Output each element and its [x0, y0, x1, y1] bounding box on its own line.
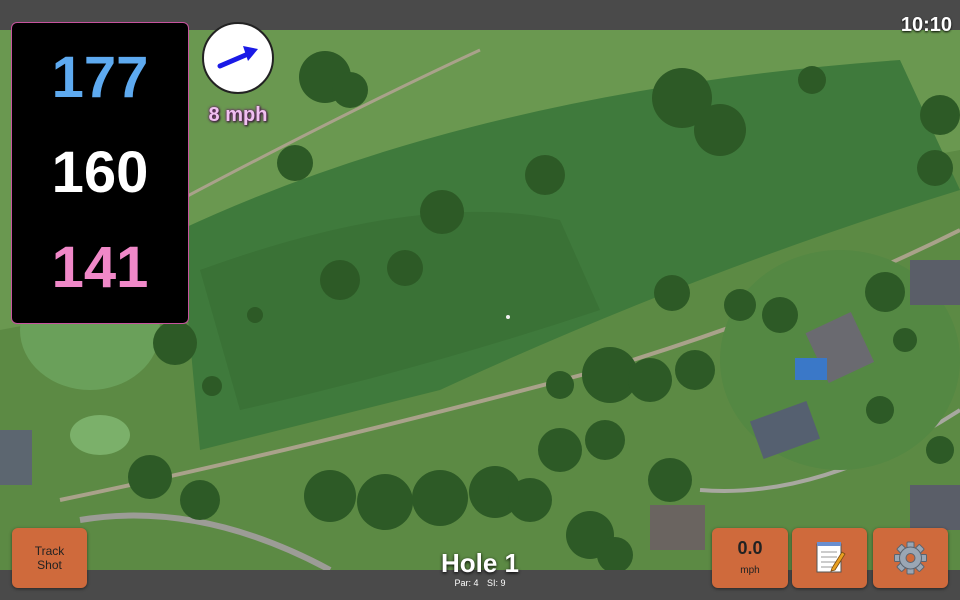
wind-speed: 8 mph: [208, 104, 268, 126]
track-shot-button[interactable]: Track Shot: [12, 528, 87, 588]
speed-unit: mph: [740, 565, 760, 576]
hole-stroke-index: SI: 9: [487, 578, 506, 588]
notepad-icon: [816, 542, 846, 573]
wind-indicator[interactable]: [202, 22, 274, 94]
hole-title: Hole 1: [440, 548, 520, 578]
settings-button[interactable]: [873, 528, 948, 588]
gear-icon: [894, 541, 927, 575]
notes-button[interactable]: [792, 528, 867, 588]
track-shot-label: Track Shot: [34, 544, 65, 572]
speed-value: 0.0: [737, 538, 763, 558]
yardage-panel: 177 160 141: [11, 22, 189, 324]
front-yardage: 141: [51, 234, 149, 300]
back-yardage: 177: [51, 45, 149, 111]
hole-par: Par: 4: [454, 578, 479, 588]
center-yardage: 160: [51, 139, 149, 205]
hole-info: Hole 1 Par: 4 SI: 9: [380, 548, 580, 588]
arrow-right-icon: [217, 46, 258, 69]
clock: 10:10: [900, 14, 952, 36]
hole-details: Par: 4 SI: 9: [380, 578, 580, 588]
speed-button[interactable]: 0.0 mph: [712, 528, 788, 588]
